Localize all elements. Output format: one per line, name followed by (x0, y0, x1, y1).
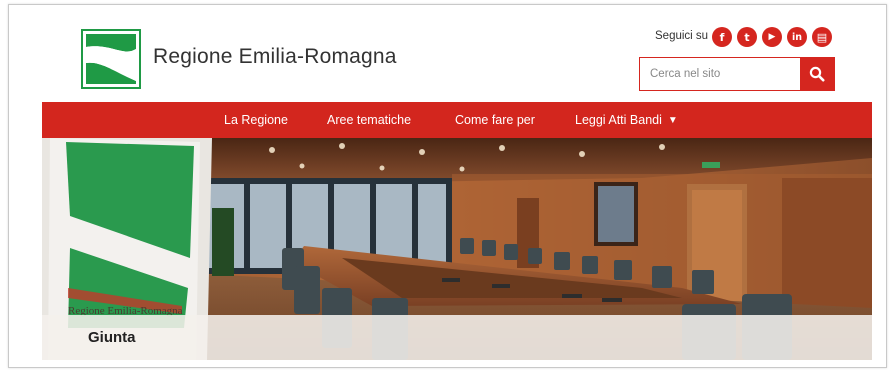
nav-item-la-regione[interactable]: La Regione (224, 102, 288, 138)
page-frame: Regione Emilia-Romagna Seguici su f t ▶ … (8, 4, 887, 368)
nav-item-aree-tematiche[interactable]: Aree tematiche (327, 102, 411, 138)
hero-banner: Regione Emilia-Romagna Giunta (42, 138, 872, 360)
site-title[interactable]: Regione Emilia-Romagna (153, 45, 397, 69)
region-logo[interactable] (81, 29, 141, 89)
search-box (639, 57, 835, 91)
nav-item-come-fare-per[interactable]: Come fare per (455, 102, 535, 138)
follow-label: Seguici su (655, 30, 709, 42)
search-button[interactable] (800, 58, 834, 90)
search-input[interactable] (640, 58, 800, 90)
youtube-icon[interactable]: ▶ (762, 27, 782, 47)
twitter-icon[interactable]: t (737, 27, 757, 47)
region-logo-emblem (83, 31, 139, 87)
nav-item-label: Leggi Atti Bandi (575, 113, 662, 127)
chevron-down-icon: ▼ (667, 115, 678, 126)
hero-caption-bar: Giunta (42, 315, 872, 360)
newsletter-icon[interactable]: ▤ (812, 27, 832, 47)
linkedin-icon[interactable]: in (787, 27, 807, 47)
main-navigation: La Regione Aree tematiche Come fare per … (42, 102, 872, 138)
social-links: f t ▶ in ▤ (712, 27, 832, 47)
facebook-icon[interactable]: f (712, 27, 732, 47)
nav-item-leggi-atti-bandi[interactable]: Leggi Atti Bandi ▼ (575, 102, 678, 138)
hero-caption[interactable]: Giunta (88, 329, 136, 346)
search-icon (809, 66, 825, 82)
